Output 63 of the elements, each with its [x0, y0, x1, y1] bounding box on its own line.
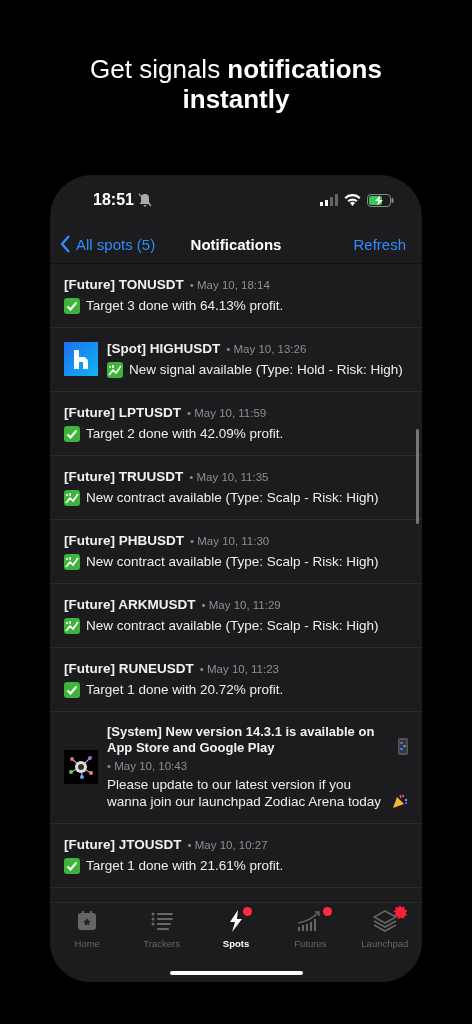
notification-date: • May 10, 10:27: [187, 839, 268, 851]
notification-row[interactable]: [Spot] HIGHUSDT • May 10, 13:26 New signal available (Type: Hold - Risk: High): [50, 328, 422, 392]
chart-icon: [64, 553, 80, 570]
wifi-icon: [344, 194, 361, 206]
notification-date: • May 10, 18:14: [189, 279, 270, 291]
notification-message: New contract available (Type: Scalp - Risk: High): [86, 553, 379, 570]
notification-message: New contract available (Type: Scalp - Risk: High): [86, 489, 379, 506]
status-time: 18:51: [93, 191, 134, 209]
check-icon: [64, 297, 80, 314]
notification-date: • May 10, 11:59: [187, 407, 267, 419]
notification-title: [Spot] HIGHUSDT: [107, 340, 221, 357]
chart-icon: [107, 361, 123, 378]
notification-date: • May 10, 10:43: [107, 760, 189, 772]
notification-title: [System] New version 14.3.1 is available on App Store and Google Play: [107, 724, 376, 756]
notification-date: • May 10, 13:26: [226, 343, 307, 355]
layers-icon: [372, 910, 397, 932]
hot-badge-icon: [392, 905, 407, 919]
notification-message: New signal available (Type: Hold - Risk: High): [129, 361, 403, 378]
tab-item[interactable]: Spots: [218, 909, 254, 982]
check-icon: [64, 425, 80, 442]
check-icon: [64, 681, 80, 698]
bell-slash-icon: [137, 193, 152, 207]
chart-icon: [64, 617, 80, 634]
notification-dot: [323, 907, 333, 916]
robot-logo-icon: [64, 750, 98, 784]
notification-title: [Future] PHBUSDT: [64, 532, 184, 549]
headline: Get signals notifications instantly: [89, 54, 383, 114]
notification-title: [Future] TONUSDT: [64, 276, 184, 293]
notification-row[interactable]: [Future] PHBUSDT • May 10, 11:30 New contract available (Type: Scalp - Risk: High): [50, 520, 422, 584]
h-logo-icon: [64, 342, 98, 376]
notification-title: [Future] RUNEUSDT: [64, 660, 194, 677]
notification-row[interactable]: [Future] RUNEUSDT • May 10, 11:23 Target 1 done with 20.72% profit.: [50, 648, 422, 712]
back-button[interactable]: All spots (5): [60, 235, 156, 253]
notification-title: [Future] JTOUSDT: [64, 836, 182, 853]
notification-date: • May 10, 11:29: [201, 599, 281, 611]
notification-message: New contract available (Type: Scalp - Risk: High): [86, 617, 379, 634]
notification-row[interactable]: [Future] JTOUSDT • May 10, 10:27 Target 1 done with 21.61% profit.: [50, 824, 422, 888]
signal-icon: [320, 194, 338, 206]
notification-message: Target 1 done with 21.61% profit.: [86, 857, 284, 874]
notification-row[interactable]: [Future] TONUSDT • May 10, 18:14 Target 3 done with 64.13% profit.: [50, 264, 422, 328]
notification-row[interactable]: [System] New version 14.3.1 is available on App Store and Google Play • May 10, 10:43 Please update to our latest version if you wanna join our launchpad Zodiac Arena today: [50, 712, 422, 824]
notification-message: Target 1 done with 20.72% profit.: [86, 681, 284, 698]
check-icon: [64, 857, 80, 874]
lightning-icon: [229, 910, 243, 932]
notification-title: [Future] TRUUSDT: [64, 468, 184, 485]
chart-icon: [64, 489, 80, 506]
notification-message: Target 3 done with 64.13% profit.: [86, 297, 284, 314]
notification-date: • May 10, 11:30: [190, 535, 270, 547]
notification-row[interactable]: [Future] ARKMUSDT • May 10, 11:29 New contract available (Type: Scalp - Risk: High): [50, 584, 422, 648]
battery-charging-icon: [367, 193, 394, 207]
list-icon: [150, 912, 173, 930]
phone-icon: [398, 738, 408, 755]
screen-title: Notifications: [190, 235, 282, 253]
notification-date: • May 10, 11:35: [189, 471, 269, 483]
notification-message: Target 2 done with 42.09% profit.: [86, 425, 284, 442]
notification-title: [Future] ARKMUSDT: [64, 596, 196, 613]
chevron-left-icon: [60, 235, 71, 253]
notification-date: • May 10, 11:23: [199, 663, 279, 675]
refresh-button[interactable]: Refresh: [353, 235, 406, 253]
party-popper-icon: [392, 793, 408, 809]
notification-message: Please update to our latest version if you wanna join our launchpad Zodiac Arena today: [107, 776, 382, 810]
notification-title: [Future] LPTUSDT: [64, 404, 181, 421]
notification-dot: [243, 907, 252, 916]
